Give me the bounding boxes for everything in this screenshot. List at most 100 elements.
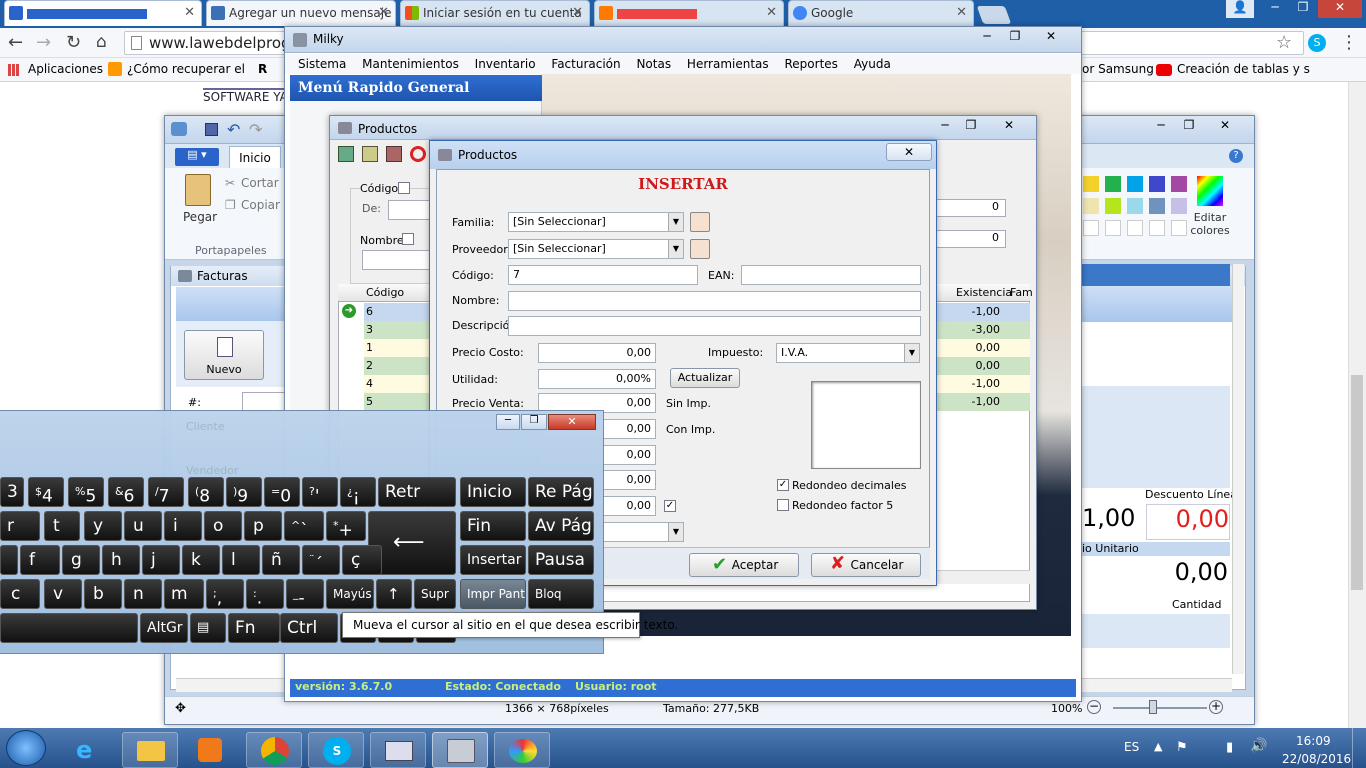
color-swatch[interactable] [1083,220,1099,236]
zoom-slider[interactable] [1113,707,1207,709]
network-icon[interactable]: ▮ [1226,740,1233,755]
tab-close-icon[interactable]: ✕ [184,1,195,25]
key-k[interactable]: k [182,545,220,575]
key-insertar[interactable]: Insertar [460,545,526,575]
back-icon[interactable]: ← [8,32,23,53]
tab-close-icon[interactable]: ✕ [572,1,583,25]
browser-tab-3[interactable]: Iniciar sesión en tu cuenta ✕ [400,0,590,26]
key-period[interactable]: :. [246,579,284,609]
key-m[interactable]: m [164,579,204,609]
key-o[interactable]: o [204,511,242,541]
skype-icon[interactable]: S [308,732,364,768]
codigo-field[interactable]: 7 [508,265,698,285]
milky-restore-icon[interactable]: ❐ [1003,29,1027,45]
milky-taskbar-icon[interactable] [432,732,488,768]
new-invoice-button[interactable]: Nuevo [184,330,264,380]
key-5[interactable]: %5 [68,477,104,507]
show-desktop-button[interactable] [1352,728,1366,768]
key-a[interactable] [0,545,18,575]
browser-tab-2[interactable]: Agregar un nuevo mensaje ✕ [206,0,396,26]
color-swatch[interactable] [1171,220,1187,236]
redo-icon[interactable]: ↷ [249,120,262,139]
toolbar-brush-icon[interactable] [386,146,402,162]
explorer-icon[interactable] [122,732,178,768]
ie-icon[interactable]: e [62,732,118,768]
color-swatch[interactable] [1171,198,1187,214]
toolbar-delete-icon[interactable] [410,146,426,162]
key-re-pag[interactable]: Re Pág [528,477,594,507]
redondeo-decimales-check[interactable]: ✓ [777,479,789,491]
flag-icon[interactable]: ⚑ [1176,740,1188,755]
key-4[interactable]: $4 [28,477,64,507]
clock-time[interactable]: 16:09 [1296,734,1331,748]
key-r[interactable]: r [0,511,40,541]
color-swatch[interactable] [1083,176,1099,192]
key-av-pag[interactable]: Av Pág [528,511,594,541]
paste-button[interactable]: Pegar [183,210,217,224]
key-y[interactable]: y [84,511,122,541]
impuesto-select[interactable]: I.V.A. [776,343,920,363]
clock-date[interactable]: 22/08/2016 [1282,752,1351,766]
nombre-filter-check[interactable] [402,233,414,245]
key-9[interactable]: )9 [226,477,262,507]
key-b[interactable]: b [84,579,122,609]
browser-tab-1[interactable]: ✕ [4,0,202,26]
undo-icon[interactable]: ↶ [227,120,240,139]
toolbar-new-icon[interactable] [338,146,354,162]
key-apostrophe[interactable]: ?' [302,477,338,507]
key-comma[interactable]: ;, [206,579,244,609]
milky-close-icon[interactable]: ✕ [1039,29,1063,45]
descripcion-field[interactable] [508,316,921,336]
key-0[interactable]: =0 [264,477,300,507]
color-swatch[interactable] [1105,176,1121,192]
key-u[interactable]: u [124,511,162,541]
key-pausa[interactable]: Pausa [528,545,594,575]
menu-herramientas[interactable]: Herramientas [687,57,769,71]
color-swatch[interactable] [1149,176,1165,192]
osk-taskbar-icon[interactable] [370,732,426,768]
color-swatch[interactable] [1171,176,1187,192]
familia-add-icon[interactable] [690,212,710,232]
skype-ext-icon[interactable]: S [1308,34,1326,52]
media-player-icon[interactable] [182,732,238,768]
copy-icon[interactable]: ❐ [225,198,236,212]
menu-icon[interactable]: ⋮ [1340,32,1358,53]
key-plus[interactable]: *+ [326,511,366,541]
color-swatch[interactable] [1127,220,1143,236]
key-8[interactable]: (8 [188,477,224,507]
paint-minimize-icon[interactable]: ─ [1149,118,1173,134]
utilidad-field[interactable]: 0,00% [538,369,656,389]
minimize-icon[interactable]: ─ [1262,0,1288,18]
key-f[interactable]: f [20,545,60,575]
bottom-dropdown-icon[interactable]: ▼ [668,523,683,541]
copy-button[interactable]: Copiar [241,198,280,212]
key-i[interactable]: i [164,511,202,541]
key-minus[interactable]: _- [286,579,324,609]
edit-colors-icon[interactable] [1197,176,1223,206]
key-t[interactable]: t [44,511,80,541]
key-7[interactable]: /7 [148,477,184,507]
user-icon[interactable]: 👤 [1226,0,1254,18]
right-filter-field-2[interactable]: 0 [936,230,1006,248]
save-icon[interactable] [205,123,218,136]
close-icon[interactable]: ✕ [1318,0,1362,18]
key-menu[interactable]: ▤ [190,613,226,643]
dialog-close-button[interactable]: ✕ [886,143,932,161]
plist-restore-icon[interactable]: ❐ [960,118,982,134]
key-6[interactable]: &6 [108,477,144,507]
osk-minimize-icon[interactable]: ─ [496,414,520,430]
menu-mantenimientos[interactable]: Mantenimientos [362,57,459,71]
cut-button[interactable]: Cortar [241,176,279,190]
tab-close-icon[interactable]: ✕ [956,1,967,25]
key-v[interactable]: v [44,579,82,609]
menu-reportes[interactable]: Reportes [785,57,838,71]
reload-icon[interactable]: ↻ [66,32,81,53]
impuesto-dropdown-icon[interactable]: ▼ [904,344,919,362]
key-n[interactable]: n [124,579,162,609]
clipboard-icon[interactable] [185,174,211,206]
key-g[interactable]: g [62,545,100,575]
color-swatch[interactable] [1105,220,1121,236]
osk-close-icon[interactable]: ✕ [548,414,596,430]
color-swatch[interactable] [1127,176,1143,192]
bookmark-3[interactable]: R [258,62,267,76]
